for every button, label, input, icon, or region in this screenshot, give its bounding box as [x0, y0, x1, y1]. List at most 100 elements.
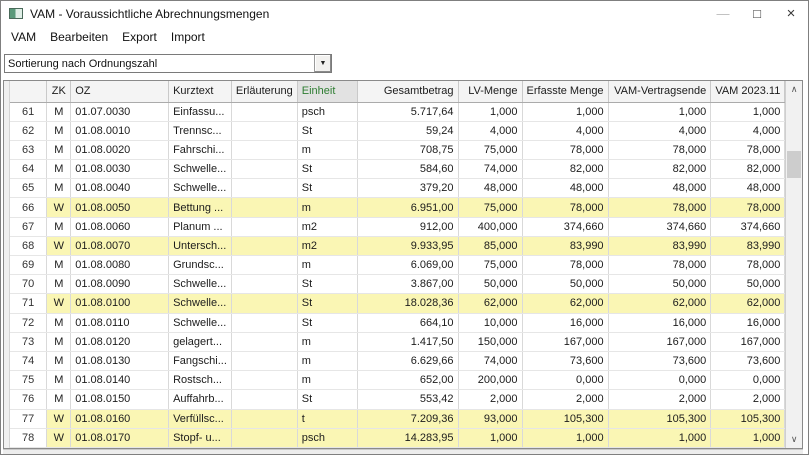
cell-num[interactable]: 65	[10, 179, 47, 198]
cell-erlaeuterung[interactable]	[231, 409, 297, 428]
cell-erlaeuterung[interactable]	[231, 217, 297, 236]
cell-lv_menge[interactable]: 150,000	[458, 332, 522, 351]
cell-kurztext[interactable]: Auffahrb...	[169, 390, 232, 409]
column-header-einheit[interactable]: Einheit	[297, 81, 357, 102]
cell-einheit[interactable]: m	[297, 140, 357, 159]
cell-kurztext[interactable]: Bettung ...	[169, 198, 232, 217]
cell-vam_vertragsende[interactable]: 374,660	[608, 217, 711, 236]
cell-oz[interactable]: 01.08.0130	[71, 351, 169, 370]
cell-erlaeuterung[interactable]	[231, 428, 297, 447]
cell-kurztext[interactable]: Schwelle...	[169, 179, 232, 198]
cell-num[interactable]: 66	[10, 198, 47, 217]
column-header-lv_menge[interactable]: LV-Menge	[458, 81, 522, 102]
cell-kurztext[interactable]: Rostsch...	[169, 371, 232, 390]
menu-item-bearbeiten[interactable]: Bearbeiten	[43, 27, 115, 47]
cell-gesamtbetrag[interactable]: 6.951,00	[357, 198, 458, 217]
cell-erfasste_menge[interactable]: 78,000	[522, 140, 608, 159]
cell-einheit[interactable]: t	[297, 409, 357, 428]
cell-erfasste_menge[interactable]: 82,000	[522, 160, 608, 179]
cell-einheit[interactable]: m2	[297, 217, 357, 236]
cell-einheit[interactable]: St	[297, 294, 357, 313]
cell-erlaeuterung[interactable]	[231, 198, 297, 217]
cell-oz[interactable]: 01.08.0150	[71, 390, 169, 409]
cell-vam_2023_11[interactable]: 48,000	[711, 179, 785, 198]
minimize-button[interactable]: —	[706, 1, 740, 26]
table-row[interactable]: 63M01.08.0020Fahrschi...m708,7575,00078,…	[10, 140, 785, 159]
cell-oz[interactable]: 01.08.0040	[71, 179, 169, 198]
cell-einheit[interactable]: psch	[297, 428, 357, 447]
column-header-erlaeuterung[interactable]: Erläuterung	[231, 81, 297, 102]
cell-lv_menge[interactable]: 4,000	[458, 121, 522, 140]
table-row[interactable]: 75M01.08.0140Rostsch...m652,00200,0000,0…	[10, 371, 785, 390]
cell-vam_vertragsende[interactable]: 2,000	[608, 390, 711, 409]
cell-erfasste_menge[interactable]: 83,990	[522, 236, 608, 255]
cell-num[interactable]: 77	[10, 409, 47, 428]
cell-gesamtbetrag[interactable]: 59,24	[357, 121, 458, 140]
cell-erlaeuterung[interactable]	[231, 390, 297, 409]
cell-num[interactable]: 76	[10, 390, 47, 409]
cell-lv_menge[interactable]: 85,000	[458, 236, 522, 255]
cell-gesamtbetrag[interactable]: 7.209,36	[357, 409, 458, 428]
table-row[interactable]: 64M01.08.0030Schwelle...St584,6074,00082…	[10, 160, 785, 179]
cell-erlaeuterung[interactable]	[231, 275, 297, 294]
cell-zk[interactable]: W	[47, 428, 71, 447]
cell-num[interactable]: 71	[10, 294, 47, 313]
cell-kurztext[interactable]: Einfassu...	[169, 102, 232, 121]
cell-num[interactable]: 69	[10, 256, 47, 275]
cell-vam_2023_11[interactable]: 374,660	[711, 217, 785, 236]
cell-erlaeuterung[interactable]	[231, 351, 297, 370]
cell-oz[interactable]: 01.07.0030	[71, 102, 169, 121]
cell-kurztext[interactable]: Fahrschi...	[169, 140, 232, 159]
cell-vam_vertragsende[interactable]: 78,000	[608, 198, 711, 217]
table-row[interactable]: 65M01.08.0040Schwelle...St379,2048,00048…	[10, 179, 785, 198]
cell-einheit[interactable]: St	[297, 160, 357, 179]
cell-zk[interactable]: M	[47, 390, 71, 409]
cell-erlaeuterung[interactable]	[231, 371, 297, 390]
cell-vam_2023_11[interactable]: 16,000	[711, 313, 785, 332]
cell-zk[interactable]: M	[47, 179, 71, 198]
column-header-num[interactable]	[10, 81, 47, 102]
cell-lv_menge[interactable]: 75,000	[458, 198, 522, 217]
column-header-gesamtbetrag[interactable]: Gesamtbetrag	[357, 81, 458, 102]
cell-num[interactable]: 75	[10, 371, 47, 390]
cell-zk[interactable]: M	[47, 140, 71, 159]
cell-zk[interactable]: M	[47, 102, 71, 121]
cell-einheit[interactable]: m	[297, 332, 357, 351]
cell-zk[interactable]: W	[47, 236, 71, 255]
cell-vam_vertragsende[interactable]: 4,000	[608, 121, 711, 140]
cell-gesamtbetrag[interactable]: 6.629,66	[357, 351, 458, 370]
cell-gesamtbetrag[interactable]: 1.417,50	[357, 332, 458, 351]
cell-gesamtbetrag[interactable]: 664,10	[357, 313, 458, 332]
cell-lv_menge[interactable]: 93,000	[458, 409, 522, 428]
cell-erlaeuterung[interactable]	[231, 140, 297, 159]
cell-lv_menge[interactable]: 1,000	[458, 428, 522, 447]
cell-zk[interactable]: W	[47, 409, 71, 428]
cell-num[interactable]: 73	[10, 332, 47, 351]
table-row[interactable]: 70M01.08.0090Schwelle...St3.867,0050,000…	[10, 275, 785, 294]
cell-einheit[interactable]: St	[297, 275, 357, 294]
table-row[interactable]: 67M01.08.0060Planum ...m2912,00400,00037…	[10, 217, 785, 236]
cell-kurztext[interactable]: Schwelle...	[169, 160, 232, 179]
cell-oz[interactable]: 01.08.0010	[71, 121, 169, 140]
cell-kurztext[interactable]: Schwelle...	[169, 294, 232, 313]
cell-erfasste_menge[interactable]: 374,660	[522, 217, 608, 236]
cell-oz[interactable]: 01.08.0140	[71, 371, 169, 390]
cell-zk[interactable]: W	[47, 294, 71, 313]
cell-oz[interactable]: 01.08.0050	[71, 198, 169, 217]
sort-dropdown[interactable]: Sortierung nach Ordnungszahl ▼	[4, 54, 332, 73]
cell-vam_2023_11[interactable]: 62,000	[711, 294, 785, 313]
cell-num[interactable]: 62	[10, 121, 47, 140]
cell-vam_vertragsende[interactable]: 50,000	[608, 275, 711, 294]
cell-gesamtbetrag[interactable]: 379,20	[357, 179, 458, 198]
cell-kurztext[interactable]: Untersch...	[169, 236, 232, 255]
cell-oz[interactable]: 01.08.0020	[71, 140, 169, 159]
cell-erlaeuterung[interactable]	[231, 294, 297, 313]
cell-erfasste_menge[interactable]: 48,000	[522, 179, 608, 198]
table-row[interactable]: 62M01.08.0010Trennsc...St59,244,0004,000…	[10, 121, 785, 140]
cell-gesamtbetrag[interactable]: 553,42	[357, 390, 458, 409]
cell-erfasste_menge[interactable]: 0,000	[522, 371, 608, 390]
cell-vam_vertragsende[interactable]: 73,600	[608, 351, 711, 370]
table-row[interactable]: 78W01.08.0170Stopf- u...psch14.283,951,0…	[10, 428, 785, 447]
cell-vam_2023_11[interactable]: 1,000	[711, 428, 785, 447]
cell-erfasste_menge[interactable]: 1,000	[522, 428, 608, 447]
